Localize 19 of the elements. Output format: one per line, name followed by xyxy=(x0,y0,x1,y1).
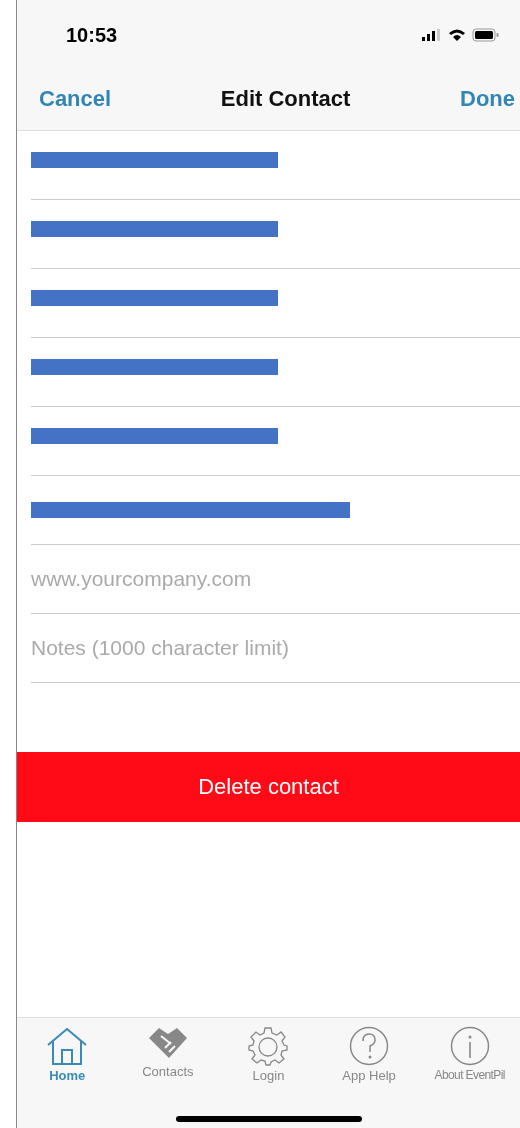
done-button[interactable]: Done xyxy=(460,86,515,112)
tab[interactable]: Contacts xyxy=(117,1026,219,1083)
info-icon xyxy=(449,1026,490,1066)
help-icon xyxy=(349,1026,390,1066)
battery-icon xyxy=(472,28,500,42)
tab[interactable]: About EventPil xyxy=(419,1026,520,1083)
signal-icon xyxy=(422,29,442,41)
tab[interactable]: Home xyxy=(17,1026,118,1083)
delete-button[interactable]: Delete contact xyxy=(17,752,520,822)
wifi-icon xyxy=(448,28,466,42)
text-field[interactable]: www.yourcompany.com xyxy=(31,567,520,591)
status-time: 10:53 xyxy=(66,23,118,47)
screen-title: Edit Contact xyxy=(220,86,351,112)
tab[interactable]: Login xyxy=(218,1026,319,1083)
house-icon xyxy=(46,1026,89,1066)
tab[interactable]: App Help xyxy=(318,1026,420,1083)
text-field[interactable]: Notes (1000 character limit) xyxy=(31,636,520,660)
gear-icon xyxy=(248,1026,289,1066)
cancel-button[interactable]: Cancel xyxy=(39,86,112,112)
